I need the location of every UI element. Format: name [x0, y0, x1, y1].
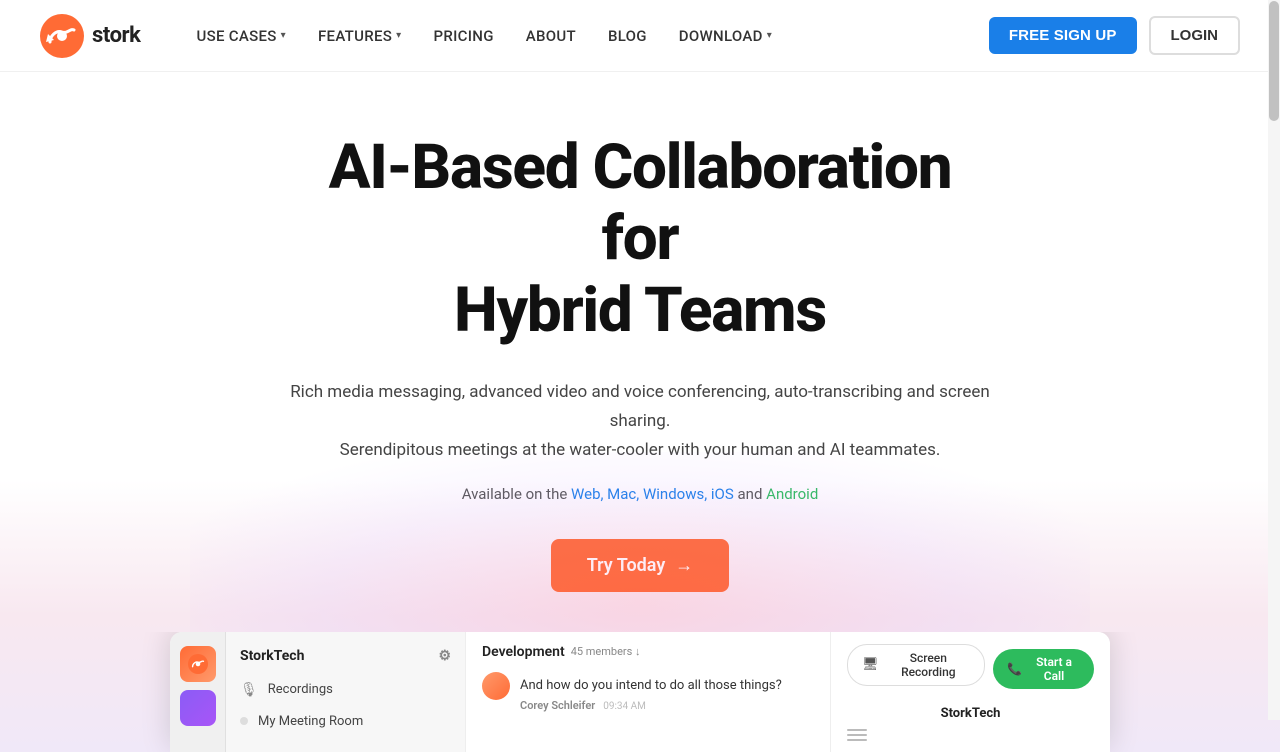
scrollbar-thumb[interactable]	[1269, 1, 1279, 121]
chat-message-text: And how do you intend to do all those th…	[520, 672, 782, 699]
hero-headline: AI-Based Collaboration for Hybrid Teams	[40, 132, 1240, 346]
sidebar-header: StorkTech ⚙	[226, 644, 465, 674]
chat-time: 09:34 AM	[603, 701, 646, 712]
nav-pricing[interactable]: PRICING	[417, 0, 509, 72]
hero-availability: Available on the Web, Mac, Windows, iOS …	[40, 485, 1240, 503]
free-signup-button[interactable]: FREE SIGN UP	[989, 17, 1137, 54]
screen-icon: 🖥	[862, 657, 879, 672]
app-right-panel: 🖥 Screen Recording 📞 Start a Call StorkT…	[830, 632, 1110, 752]
hamburger-menu-icon	[847, 729, 1094, 741]
screen-recording-button[interactable]: 🖥 Screen Recording	[847, 644, 985, 686]
chat-sender-name: Corey Schleifer	[520, 699, 595, 712]
avatar	[482, 672, 510, 700]
chat-message-row: And how do you intend to do all those th…	[482, 672, 814, 714]
sidebar-item-meeting-room[interactable]: My Meeting Room	[226, 706, 465, 737]
nav-actions: FREE SIGN UP LOGIN	[989, 16, 1240, 55]
chevron-down-icon: ▾	[767, 30, 772, 41]
app-preview: StorkTech ⚙ 🎙 Recordings My Meeting Room…	[90, 632, 1190, 752]
chat-message-content: And how do you intend to do all those th…	[520, 672, 782, 714]
login-button[interactable]: LOGIN	[1149, 16, 1241, 55]
hamburger-line-3	[847, 739, 867, 741]
nav-features[interactable]: FEATURES ▾	[302, 0, 417, 72]
app-main-panel: Development 45 members ↓ And how do you …	[466, 632, 830, 752]
channel-header: Development 45 members ↓	[482, 644, 814, 660]
mic-icon: 🎙	[240, 682, 258, 698]
nav-about[interactable]: ABOUT	[510, 0, 592, 72]
phone-icon: 📞	[1007, 662, 1022, 676]
platform-link-android[interactable]: Android	[766, 485, 818, 503]
chevron-down-icon: ▾	[396, 30, 401, 41]
nav-blog[interactable]: BLOG	[592, 0, 663, 72]
stork-panel-name: StorkTech	[941, 706, 1001, 721]
dot-icon	[240, 717, 248, 725]
right-panel-buttons: 🖥 Screen Recording 📞 Start a Call	[847, 644, 1094, 694]
chat-meta: Corey Schleifer 09:34 AM	[520, 699, 782, 714]
nav-download[interactable]: DOWNLOAD ▾	[663, 0, 788, 72]
gear-icon[interactable]: ⚙	[438, 648, 451, 664]
app-window: StorkTech ⚙ 🎙 Recordings My Meeting Room…	[170, 632, 1110, 752]
scrollbar[interactable]	[1268, 0, 1280, 720]
brand-name: stork	[92, 23, 140, 48]
logo-icon	[40, 14, 84, 58]
stork-logo-sidebar-icon	[180, 646, 216, 682]
try-today-button[interactable]: Try Today →	[551, 539, 730, 592]
navbar: stork USE CASES ▾ FEATURES ▾ PRICING ABO…	[0, 0, 1280, 72]
platform-link-web-mac-windows-ios[interactable]: Web, Mac, Windows, iOS	[571, 485, 734, 503]
hero-subtitle: Rich media messaging, advanced video and…	[290, 378, 990, 465]
sidebar-item-recordings[interactable]: 🎙 Recordings	[226, 674, 465, 706]
sidebar-purple-icon	[180, 690, 216, 726]
arrow-right-icon: →	[675, 555, 693, 576]
app-sidebar: StorkTech ⚙ 🎙 Recordings My Meeting Room	[226, 632, 466, 752]
nav-use-cases[interactable]: USE CASES ▾	[180, 0, 302, 72]
hero-section: AI-Based Collaboration for Hybrid Teams …	[0, 72, 1280, 752]
nav-links: USE CASES ▾ FEATURES ▾ PRICING ABOUT BLO…	[180, 0, 988, 72]
chevron-down-icon: ▾	[281, 30, 286, 41]
hamburger-line-1	[847, 729, 867, 731]
hamburger-line-2	[847, 734, 867, 736]
stork-panel: StorkTech	[847, 702, 1094, 741]
sidebar-icons-column	[170, 632, 226, 752]
logo[interactable]: stork	[40, 14, 140, 58]
start-call-button[interactable]: 📞 Start a Call	[993, 649, 1094, 689]
